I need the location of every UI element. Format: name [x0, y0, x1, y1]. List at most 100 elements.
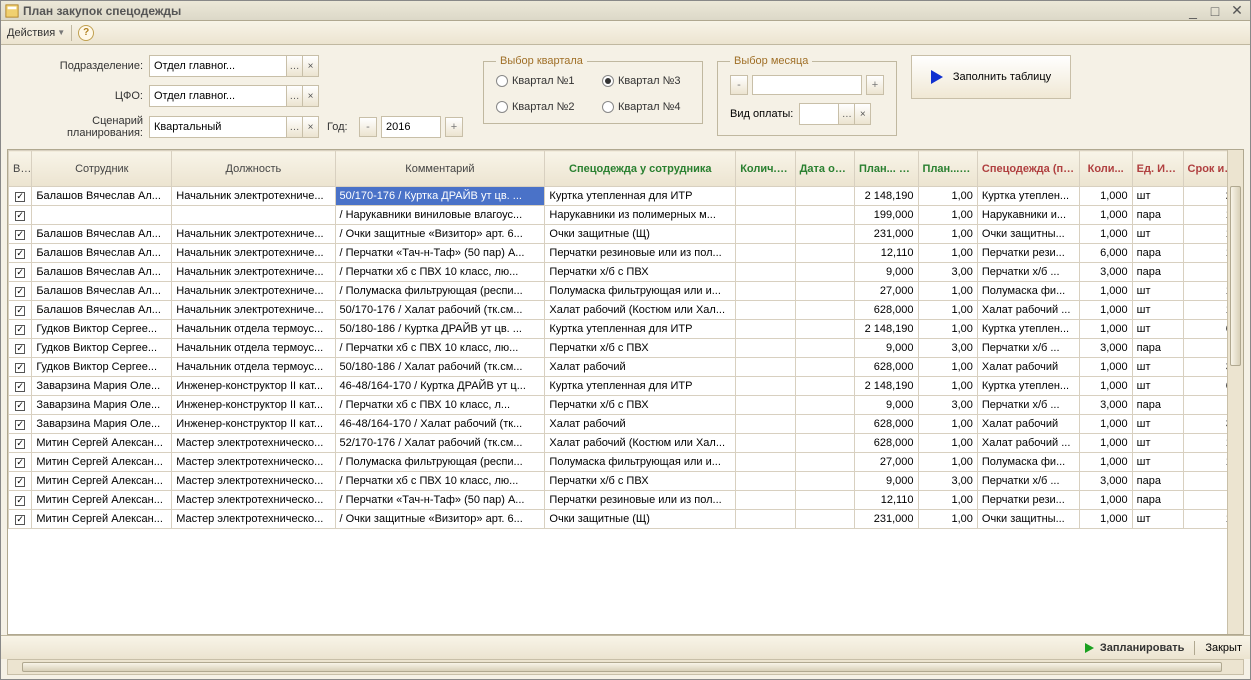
cell-check[interactable]: ✓: [9, 415, 32, 434]
ellipsis-icon[interactable]: …: [838, 104, 854, 124]
cell-comment[interactable]: / Нарукавники виниловые влагоус...: [335, 206, 545, 225]
cell-uom[interactable]: шт: [1132, 187, 1183, 206]
cell-enddate[interactable]: [795, 282, 854, 301]
col-uom[interactable]: Ед. Изм.: [1132, 151, 1183, 187]
cell-check[interactable]: ✓: [9, 187, 32, 206]
cell-position[interactable]: Начальник отдела термоус...: [172, 358, 335, 377]
cell-item[interactable]: Халат рабочий: [545, 415, 736, 434]
col-comment[interactable]: Комментарий: [335, 151, 545, 187]
cell-qtyemp[interactable]: [736, 263, 795, 282]
cell-normqty[interactable]: 6,000: [1079, 244, 1132, 263]
cell-enddate[interactable]: [795, 377, 854, 396]
cell-enddate[interactable]: [795, 491, 854, 510]
data-table[interactable]: В... Сотрудник Должность Комментарий Спе…: [8, 150, 1243, 529]
cell-normqty[interactable]: 1,000: [1079, 415, 1132, 434]
month-decrement[interactable]: ‑: [730, 75, 748, 95]
cell-employee[interactable]: Заварзина Мария Оле...: [32, 396, 172, 415]
month-input[interactable]: [752, 75, 862, 95]
cell-planqty[interactable]: 3,00: [918, 396, 977, 415]
cell-qtyemp[interactable]: [736, 491, 795, 510]
cfo-input[interactable]: Отдел главног... … ×: [149, 85, 319, 107]
cell-uom[interactable]: шт: [1132, 453, 1183, 472]
col-norm[interactable]: Спецодежда (по нормам): [977, 151, 1079, 187]
horizontal-scrollbar[interactable]: [7, 659, 1244, 675]
cell-planprice[interactable]: 628,000: [854, 434, 918, 453]
cell-item[interactable]: Халат рабочий (Костюм или Хал...: [545, 434, 736, 453]
close-button[interactable]: ✕: [1228, 4, 1246, 18]
cell-position[interactable]: Начальник отдела термоус...: [172, 339, 335, 358]
cell-employee[interactable]: Митин Сергей Алексан...: [32, 453, 172, 472]
col-item[interactable]: Спецодежда у сотрудника: [545, 151, 736, 187]
cell-uom[interactable]: шт: [1132, 434, 1183, 453]
table-row[interactable]: ✓Балашов Вячеслав Ал...Начальник электро…: [9, 263, 1243, 282]
cell-comment[interactable]: / Очки защитные «Визитор» арт. 6...: [335, 510, 545, 529]
cell-norm[interactable]: Очки защитны...: [977, 510, 1079, 529]
cell-position[interactable]: Мастер электротехническо...: [172, 434, 335, 453]
cell-enddate[interactable]: [795, 263, 854, 282]
cell-employee[interactable]: Митин Сергей Алексан...: [32, 472, 172, 491]
cell-planprice[interactable]: 9,000: [854, 263, 918, 282]
ellipsis-icon[interactable]: …: [286, 86, 302, 106]
cell-enddate[interactable]: [795, 472, 854, 491]
close-label[interactable]: Закрыт: [1205, 642, 1242, 654]
cell-uom[interactable]: пара: [1132, 206, 1183, 225]
col-qty-emp[interactable]: Колич... у: [736, 151, 795, 187]
cell-check[interactable]: ✓: [9, 244, 32, 263]
cell-check[interactable]: ✓: [9, 282, 32, 301]
cell-position[interactable]: Мастер электротехническо...: [172, 453, 335, 472]
actions-menu[interactable]: Действия ▼: [7, 27, 65, 39]
col-planprice[interactable]: План... цена: [854, 151, 918, 187]
maximize-button[interactable]: □: [1206, 4, 1224, 18]
cell-normqty[interactable]: 1,000: [1079, 225, 1132, 244]
cell-norm[interactable]: Перчатки х/б ...: [977, 339, 1079, 358]
cell-item[interactable]: Нарукавники из полимерных м...: [545, 206, 736, 225]
clear-icon[interactable]: ×: [302, 86, 318, 106]
cell-planqty[interactable]: 1,00: [918, 453, 977, 472]
vertical-scrollbar[interactable]: [1227, 150, 1243, 634]
cell-norm[interactable]: Очки защитны...: [977, 225, 1079, 244]
cell-item[interactable]: Куртка утепленная для ИТР: [545, 187, 736, 206]
radio-q1[interactable]: Квартал №1: [496, 75, 584, 87]
cell-employee[interactable]: Гудков Виктор Сергее...: [32, 358, 172, 377]
cell-qtyemp[interactable]: [736, 339, 795, 358]
paytype-input[interactable]: … ×: [799, 103, 871, 125]
cell-normqty[interactable]: 1,000: [1079, 453, 1132, 472]
cell-comment[interactable]: 50/180-186 / Халат рабочий (тк.см...: [335, 358, 545, 377]
cell-position[interactable]: Начальник отдела термоус...: [172, 320, 335, 339]
cell-qtyemp[interactable]: [736, 396, 795, 415]
cell-item[interactable]: Перчатки х/б с ПВХ: [545, 396, 736, 415]
cell-norm[interactable]: Халат рабочий ...: [977, 434, 1079, 453]
cell-check[interactable]: ✓: [9, 263, 32, 282]
cell-uom[interactable]: пара: [1132, 244, 1183, 263]
cell-qtyemp[interactable]: [736, 453, 795, 472]
cell-planprice[interactable]: 2 148,190: [854, 377, 918, 396]
cell-planprice[interactable]: 9,000: [854, 472, 918, 491]
cell-enddate[interactable]: [795, 244, 854, 263]
cell-planprice[interactable]: 12,110: [854, 244, 918, 263]
cell-check[interactable]: ✓: [9, 434, 32, 453]
cell-qtyemp[interactable]: [736, 301, 795, 320]
cell-position[interactable]: Инженер-конструктор II кат...: [172, 415, 335, 434]
cell-comment[interactable]: / Очки защитные «Визитор» арт. 6...: [335, 225, 545, 244]
cell-normqty[interactable]: 3,000: [1079, 396, 1132, 415]
cell-norm[interactable]: Перчатки рези...: [977, 491, 1079, 510]
scenario-input[interactable]: Квартальный … ×: [149, 116, 319, 138]
cell-item[interactable]: Халат рабочий: [545, 358, 736, 377]
table-row[interactable]: ✓Митин Сергей Алексан...Мастер электроте…: [9, 453, 1243, 472]
cell-uom[interactable]: пара: [1132, 263, 1183, 282]
cell-check[interactable]: ✓: [9, 206, 32, 225]
cell-comment[interactable]: / Перчатки «Тач-н-Таф» (50 пар) А...: [335, 491, 545, 510]
cell-position[interactable]: Начальник электротехниче...: [172, 244, 335, 263]
cell-enddate[interactable]: [795, 339, 854, 358]
cell-check[interactable]: ✓: [9, 358, 32, 377]
table-row[interactable]: ✓Балашов Вячеслав Ал...Начальник электро…: [9, 225, 1243, 244]
cell-enddate[interactable]: [795, 225, 854, 244]
plan-button[interactable]: Запланировать: [1085, 642, 1185, 654]
cell-normqty[interactable]: 3,000: [1079, 263, 1132, 282]
table-row[interactable]: ✓Гудков Виктор Сергее...Начальник отдела…: [9, 320, 1243, 339]
cell-item[interactable]: Куртка утепленная для ИТР: [545, 377, 736, 396]
cell-uom[interactable]: шт: [1132, 301, 1183, 320]
cell-planqty[interactable]: 3,00: [918, 472, 977, 491]
cell-employee[interactable]: Балашов Вячеслав Ал...: [32, 301, 172, 320]
cell-employee[interactable]: Балашов Вячеслав Ал...: [32, 187, 172, 206]
